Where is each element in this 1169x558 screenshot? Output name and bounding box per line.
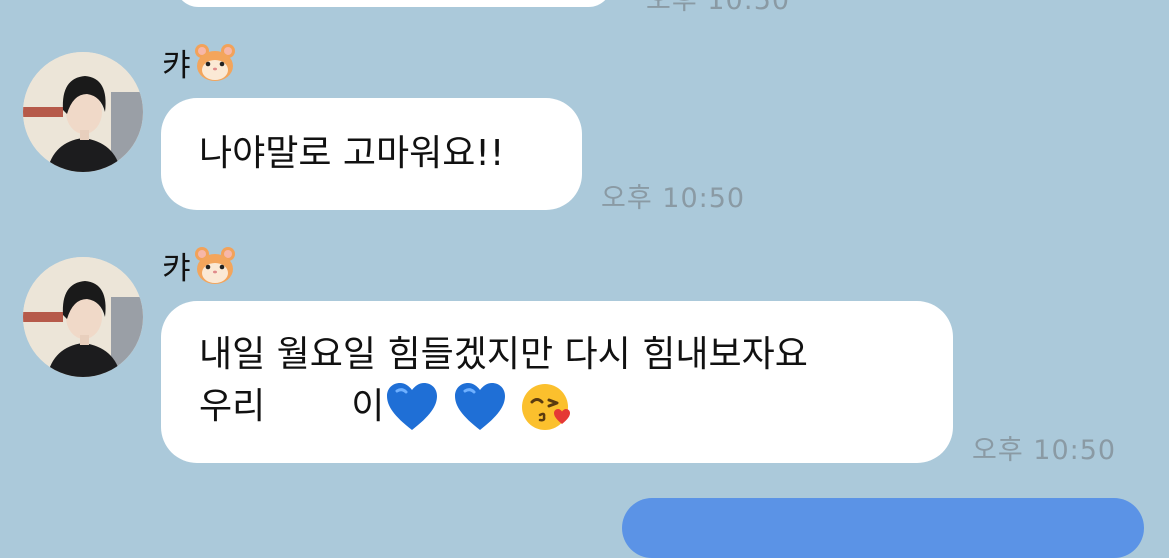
- avatar-photo: [23, 257, 143, 377]
- outgoing-message-bubble[interactable]: [622, 498, 1144, 558]
- message-line-2-suffix: 이: [351, 386, 385, 427]
- hamster-face-icon: [194, 43, 235, 81]
- blue-heart-icon: [455, 383, 506, 430]
- face-blowing-kiss-icon: [522, 384, 571, 430]
- sender-name-text: 캬: [162, 251, 191, 287]
- blue-heart-icon: [387, 383, 438, 430]
- message-text: 나야말로 고마워요!!: [199, 133, 505, 174]
- message-bubble[interactable]: 내일 월요일 힘들겠지만 다시 힘내보자요 우리 이: [161, 301, 953, 463]
- message-time: 오후 10:50: [972, 435, 1117, 466]
- message-line-1: 내일 월요일 힘들겠지만 다시 힘내보자요: [199, 334, 808, 375]
- avatar[interactable]: [23, 52, 143, 172]
- message-line-2-prefix: 우리: [199, 386, 266, 427]
- previous-message-bubble[interactable]: [175, 0, 612, 7]
- message-line-2: 우리 이: [199, 379, 915, 435]
- previous-message-time: 오후 10:50: [646, 0, 791, 16]
- avatar-photo: [23, 52, 143, 172]
- hamster-face-icon: [194, 246, 235, 284]
- message-time: 오후 10:50: [601, 183, 746, 214]
- sender-name-text: 캬: [162, 48, 191, 84]
- message-bubble[interactable]: 나야말로 고마워요!!: [161, 98, 582, 210]
- sender-name: 캬: [162, 40, 237, 85]
- avatar[interactable]: [23, 257, 143, 377]
- sender-name: 캬: [162, 243, 237, 288]
